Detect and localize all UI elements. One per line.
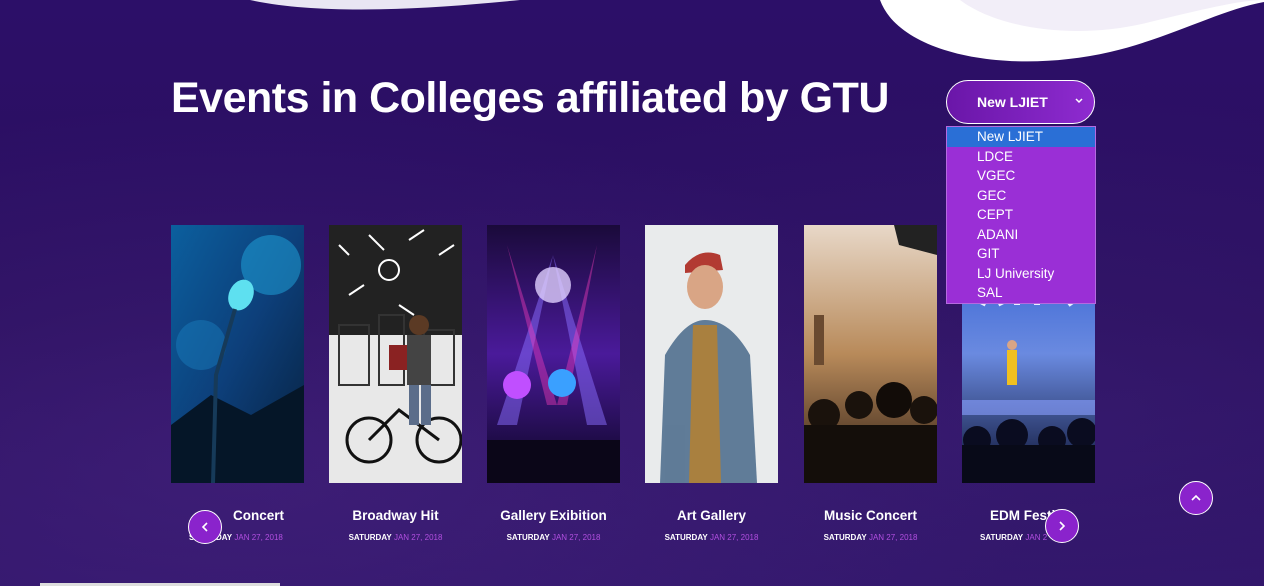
event-date-value: JAN 27, 2018 <box>709 533 759 542</box>
event-date: SATURDAY JAN 27, 2018 <box>329 533 462 542</box>
college-select[interactable]: New LJIET <box>946 80 1095 124</box>
event-day: SATURDAY <box>348 533 392 542</box>
chevron-right-icon <box>1059 521 1066 531</box>
page-title: Events in Colleges affiliated by GTU <box>171 74 889 122</box>
chevron-down-icon <box>1075 98 1083 104</box>
scroll-to-top-button[interactable] <box>1179 481 1213 515</box>
event-day: SATURDAY <box>980 533 1024 542</box>
event-card-image[interactable] <box>487 225 620 483</box>
dropdown-option[interactable]: LDCE <box>947 147 1095 167</box>
carousel-prev-button[interactable] <box>188 510 222 544</box>
event-day: SATURDAY <box>664 533 708 542</box>
event-date: SATURDAY JAN 27, 2018 <box>645 533 778 542</box>
event-card-image[interactable] <box>645 225 778 483</box>
chevron-up-icon <box>1191 494 1201 501</box>
event-date: SATURDAY JAN 27, 2018 <box>487 533 620 542</box>
event-card-image[interactable] <box>329 225 462 483</box>
dropdown-option[interactable]: New LJIET <box>947 127 1095 147</box>
event-card-image[interactable] <box>171 225 304 483</box>
college-select-value: New LJIET <box>977 94 1048 110</box>
event-date-value: JAN 27, 2018 <box>551 533 601 542</box>
dropdown-option[interactable]: SAL <box>947 283 1095 303</box>
event-title[interactable]: Music Concert <box>804 508 937 523</box>
event-title[interactable]: Art Gallery <box>645 508 778 523</box>
dropdown-option[interactable]: VGEC <box>947 166 1095 186</box>
dropdown-option[interactable]: CEPT <box>947 205 1095 225</box>
dropdown-option[interactable]: LJ University <box>947 264 1095 284</box>
event-date-value: JAN 27, 2018 <box>393 533 443 542</box>
carousel-next-button[interactable] <box>1045 509 1079 543</box>
event-date-value: JAN 27, 2018 <box>234 533 283 542</box>
event-day: SATURDAY <box>506 533 550 542</box>
event-card-image[interactable] <box>804 225 937 483</box>
college-dropdown-list: New LJIET LDCE VGEC GEC CEPT ADANI GIT L… <box>946 126 1096 304</box>
chevron-left-icon <box>201 522 208 532</box>
dropdown-option[interactable]: GEC <box>947 186 1095 206</box>
dropdown-option[interactable]: ADANI <box>947 225 1095 245</box>
event-date-value: JAN 27, 2018 <box>868 533 918 542</box>
event-title[interactable]: Broadway Hit <box>329 508 462 523</box>
event-day: SATURDAY <box>823 533 867 542</box>
event-title[interactable]: Gallery Exibition <box>487 508 620 523</box>
dropdown-option[interactable]: GIT <box>947 244 1095 264</box>
event-date-value: JAN 2 <box>1025 533 1048 542</box>
event-date: SATURDAY JAN 27, 2018 <box>804 533 937 542</box>
